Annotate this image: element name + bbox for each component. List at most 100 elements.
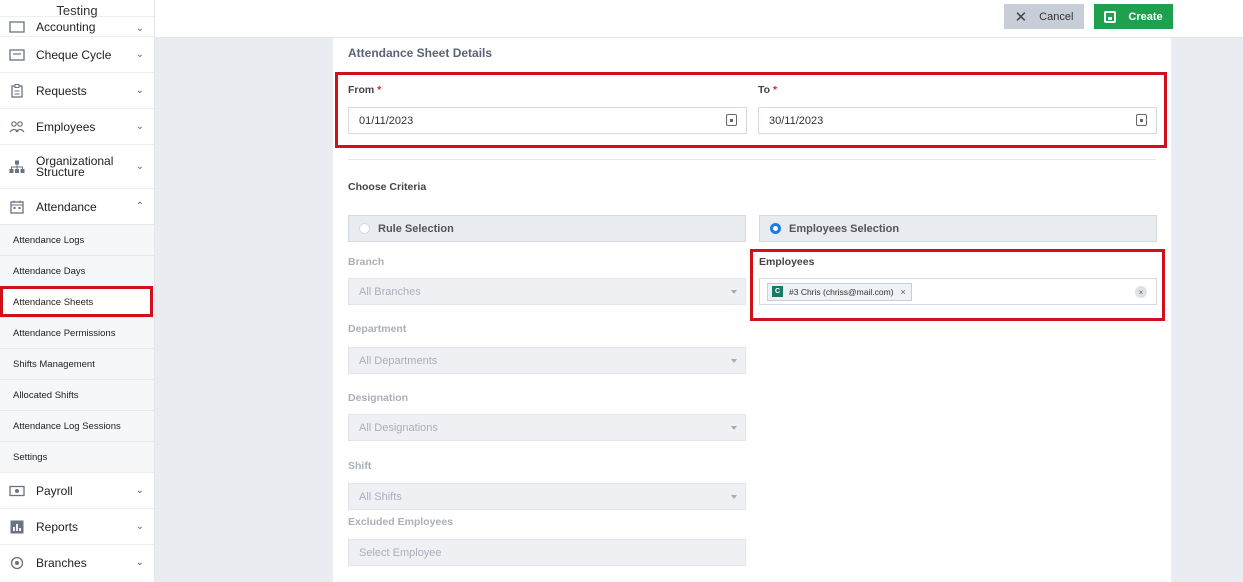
sidebar-item-organizational-structure[interactable]: Organizational Structure ⌄: [0, 144, 154, 188]
sidebar-item-label: Organizational Structure: [36, 155, 136, 179]
sidebar-item-cheque-cycle[interactable]: Cheque Cycle ⌄: [0, 36, 154, 72]
create-button[interactable]: Create: [1094, 4, 1173, 29]
close-icon: ✕: [1014, 8, 1028, 26]
create-button-label: Create: [1128, 10, 1163, 23]
caret-down-icon: [731, 359, 737, 363]
employee-chip: C #3 Chris (chriss@mail.com) ×: [767, 282, 912, 301]
chevron-down-icon: ⌄: [135, 485, 144, 496]
branches-icon: [9, 556, 25, 570]
shift-value: All Shifts: [359, 490, 402, 503]
sidebar-item-label: Cheque Cycle: [36, 47, 112, 62]
to-date-value: 30/11/2023: [769, 114, 824, 127]
sidebar-subitem-attendance-log-sessions[interactable]: Attendance Log Sessions: [0, 410, 154, 441]
department-select[interactable]: All Departments: [348, 347, 746, 374]
calendar-icon[interactable]: [726, 114, 737, 126]
chevron-down-icon: ⌄: [135, 121, 144, 132]
attendance-sheet-form: Attendance Sheet Details From * 01/11/20…: [333, 38, 1171, 582]
sidebar-item-label: Payroll: [36, 483, 73, 498]
to-label: To *: [758, 84, 777, 96]
excluded-employees-placeholder: Select Employee: [359, 546, 442, 559]
avatar: C: [772, 286, 783, 297]
employees-multiselect[interactable]: C #3 Chris (chriss@mail.com) × ×: [759, 278, 1157, 305]
required-mark: *: [772, 84, 778, 96]
chip-remove-icon[interactable]: ×: [901, 287, 906, 297]
save-icon: [1104, 10, 1117, 23]
accounting-icon: [9, 20, 25, 34]
page-title: Attendance Sheet Details: [348, 46, 493, 60]
chevron-down-icon: ⌄: [135, 521, 144, 532]
sidebar: Testing Accounting ⌄ Cheque Cycle ⌄ Requ…: [0, 0, 155, 582]
radio-checked-icon: [770, 223, 781, 234]
designation-value: All Designations: [359, 421, 438, 434]
employees-selection-radio[interactable]: Employees Selection: [759, 215, 1157, 242]
sidebar-subitem-shifts-management[interactable]: Shifts Management: [0, 348, 154, 379]
sidebar-item-label: Requests: [36, 83, 87, 98]
required-mark: *: [377, 84, 382, 96]
org-chart-icon: [9, 160, 25, 174]
from-date-input[interactable]: 01/11/2023: [348, 107, 747, 134]
sidebar-item-branches[interactable]: Branches ⌄: [0, 544, 154, 580]
radio-unchecked-icon: [359, 223, 370, 234]
to-label-text: To: [758, 84, 771, 96]
from-label-text: From: [348, 84, 375, 96]
chevron-down-icon: ⌄: [135, 85, 144, 96]
payroll-icon: [9, 484, 25, 498]
department-label: Department: [348, 323, 407, 335]
caret-down-icon: [731, 290, 737, 294]
clipboard-icon: [9, 83, 25, 98]
sidebar-subitem-attendance-sheets[interactable]: Attendance Sheets: [0, 286, 153, 317]
sidebar-item-label: Employees: [36, 119, 96, 134]
top-toolbar: ✕ Cancel Create: [155, 0, 1243, 38]
chevron-down-icon: ⌄: [135, 161, 144, 172]
reports-icon: [9, 520, 25, 534]
caret-down-icon: [731, 495, 737, 499]
rule-selection-radio[interactable]: Rule Selection: [348, 215, 746, 242]
employee-chip-label: #3 Chris (chriss@mail.com): [789, 286, 894, 297]
chevron-up-icon: ⌃: [135, 201, 144, 212]
sidebar-item-label: Reports: [36, 519, 79, 534]
sidebar-item-requests[interactable]: Requests ⌄: [0, 72, 154, 108]
cheque-icon: [9, 48, 25, 62]
employees-selection-label: Employees Selection: [789, 222, 900, 235]
employees-label: Employees: [759, 256, 815, 268]
choose-criteria-label: Choose Criteria: [348, 181, 427, 193]
users-icon: [9, 120, 25, 134]
cancel-button-label: Cancel: [1039, 10, 1074, 23]
sidebar-subitem-attendance-permissions[interactable]: Attendance Permissions: [0, 317, 154, 348]
sidebar-item-reports[interactable]: Reports ⌄: [0, 508, 154, 544]
chevron-down-icon: ⌄: [135, 557, 144, 568]
sidebar-subitem-attendance-days[interactable]: Attendance Days: [0, 255, 154, 286]
calendar-icon[interactable]: [1136, 114, 1147, 126]
excluded-employees-select[interactable]: Select Employee: [348, 539, 746, 566]
excluded-employees-label: Excluded Employees: [348, 516, 454, 528]
sidebar-subitem-settings[interactable]: Settings: [0, 441, 154, 472]
divider: [348, 159, 1156, 160]
designation-select[interactable]: All Designations: [348, 414, 746, 441]
from-label: From *: [348, 84, 381, 96]
sidebar-subitem-attendance-logs[interactable]: Attendance Logs: [0, 224, 154, 255]
sidebar-subitem-allocated-shifts[interactable]: Allocated Shifts: [0, 379, 154, 410]
chevron-down-icon: ⌄: [135, 23, 144, 34]
sidebar-item-label: Accounting: [36, 20, 96, 34]
shift-label: Shift: [348, 460, 372, 472]
designation-label: Designation: [348, 392, 409, 404]
caret-down-icon: [731, 426, 737, 430]
sidebar-item-label-line2: Structure: [36, 164, 85, 179]
department-value: All Departments: [359, 354, 438, 367]
cancel-button[interactable]: ✕ Cancel: [1004, 4, 1084, 29]
sidebar-item-payroll[interactable]: Payroll ⌄: [0, 472, 154, 508]
shift-select[interactable]: All Shifts: [348, 483, 746, 510]
clear-all-icon[interactable]: ×: [1135, 286, 1147, 298]
sidebar-item-attendance[interactable]: Attendance ⌃: [0, 188, 154, 224]
branch-label: Branch: [348, 256, 385, 268]
branch-select[interactable]: All Branches: [348, 278, 746, 305]
sidebar-item-label: Attendance: [36, 199, 97, 214]
from-date-value: 01/11/2023: [359, 114, 414, 127]
chevron-down-icon: ⌄: [135, 49, 144, 60]
calendar-icon: [9, 200, 25, 214]
sidebar-item-employees[interactable]: Employees ⌄: [0, 108, 154, 144]
to-date-input[interactable]: 30/11/2023: [758, 107, 1157, 134]
sidebar-item-accounting[interactable]: Accounting ⌄: [0, 16, 154, 36]
sidebar-item-label: Branches: [36, 555, 87, 570]
branch-value: All Branches: [359, 285, 421, 298]
